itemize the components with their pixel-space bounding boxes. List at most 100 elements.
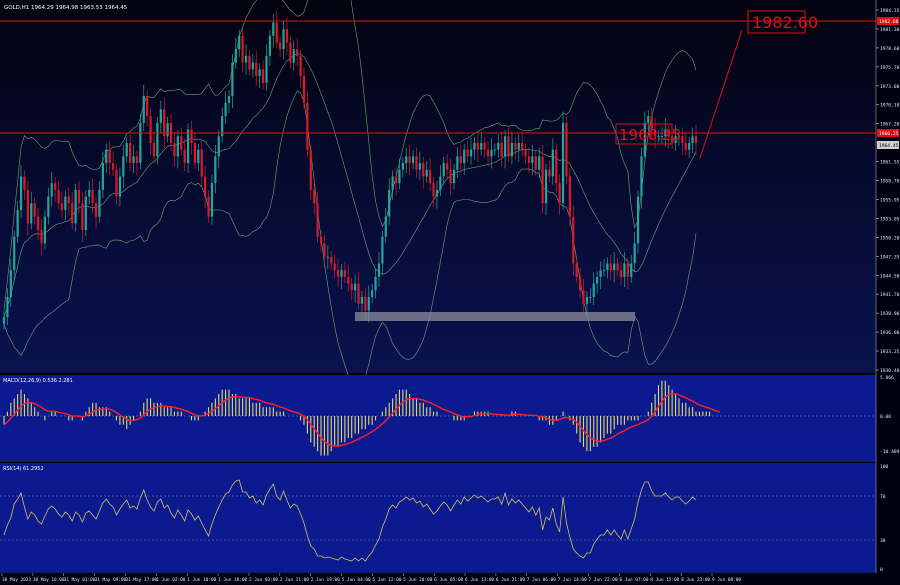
candle-body	[279, 42, 282, 50]
candle-body	[265, 55, 268, 83]
support-zone[interactable]	[355, 312, 635, 321]
candle-body	[105, 149, 108, 164]
candle-body	[449, 169, 452, 184]
candle-body	[394, 176, 398, 184]
rsi-panel[interactable]	[0, 463, 876, 573]
candle-body	[77, 189, 81, 204]
time-label: 2 Jun 19:00	[311, 577, 340, 583]
candle-body	[152, 142, 156, 157]
candle-body	[446, 163, 449, 170]
price-tick: 1936.00	[880, 330, 900, 336]
candle-body	[367, 297, 370, 311]
price-tick: 1955.95	[880, 197, 900, 203]
candle-body	[360, 297, 364, 304]
candle-body	[186, 129, 190, 164]
candle-body	[575, 263, 578, 277]
candle-body	[357, 283, 360, 304]
price-tick: 1981.30	[880, 27, 900, 33]
candle-body	[466, 149, 469, 157]
candle-body	[217, 136, 220, 157]
candle-body	[507, 136, 510, 157]
time-label: 7 Jun 06:00	[527, 577, 556, 583]
candle-body	[548, 169, 551, 177]
candle-body	[473, 142, 476, 150]
candle-body	[401, 163, 404, 170]
candle-body	[391, 176, 394, 190]
candle-body	[381, 236, 384, 264]
candle-body	[578, 276, 582, 291]
candle-body	[190, 129, 193, 143]
target-price-text: 1982.60	[752, 13, 818, 32]
candle-body	[60, 203, 64, 210]
time-label: 2 Jun 11:00	[280, 577, 309, 583]
candle-body	[541, 156, 544, 204]
candle-body	[377, 263, 381, 277]
candle-body	[47, 196, 50, 217]
candle-body	[435, 189, 439, 197]
candle-body	[64, 196, 67, 210]
chart-canvas[interactable]: 1982.60 1966.25 GOLD,H1 1964.29 1964.98 …	[0, 0, 900, 585]
candle-body	[319, 236, 323, 244]
price-tick: 1970.10	[880, 103, 900, 109]
candle-body	[316, 203, 319, 237]
time-label: 5 Jun 04:00	[342, 577, 371, 583]
candle-body	[585, 297, 589, 304]
price-tick: 1950.20	[880, 235, 900, 241]
candle-body	[210, 183, 214, 217]
candle-body	[476, 142, 479, 150]
candle-body	[108, 149, 111, 164]
candle-body	[129, 142, 132, 164]
macd-panel[interactable]	[0, 375, 876, 462]
candle-body	[684, 142, 687, 150]
candle-body	[596, 276, 599, 284]
candle-body	[469, 149, 473, 157]
price-tag-text: 1982.60	[879, 19, 899, 25]
candle-body	[234, 49, 237, 63]
candle-body	[241, 35, 244, 63]
macd-tick: -10.489	[880, 449, 900, 455]
candle-body	[289, 42, 292, 63]
current-price-label: 1966.25	[615, 123, 681, 145]
candle-body	[636, 196, 640, 244]
candle-body	[255, 62, 258, 76]
macd-tick: 5.066	[880, 375, 894, 381]
candle-body	[486, 149, 490, 157]
candle-body	[521, 142, 524, 150]
time-label: 31 May 17:00	[125, 577, 157, 583]
candle-body	[54, 183, 57, 190]
macd-tick: 0.00	[880, 414, 891, 420]
candle-body	[422, 163, 425, 177]
candle-body	[302, 75, 306, 103]
candle-body	[166, 122, 169, 137]
rsi-tick: 30	[880, 538, 886, 544]
candle-body	[23, 176, 26, 190]
candle-body	[2, 317, 6, 324]
time-label: 30 May 16:00	[33, 577, 65, 583]
time-label: 6 Jun 05:00	[434, 577, 463, 583]
price-tick: 1967.20	[880, 122, 900, 128]
candle-body	[142, 96, 145, 123]
time-label: 8 Jun 07:00	[619, 577, 648, 583]
candle-body	[33, 203, 36, 217]
candle-body	[238, 35, 241, 50]
candle-body	[429, 169, 432, 184]
candle-body	[40, 230, 43, 244]
current-price-text: 1966.25	[619, 126, 681, 144]
candle-body	[592, 283, 595, 298]
candle-body	[493, 149, 496, 151]
candle-body	[456, 156, 459, 170]
candle-body	[613, 263, 616, 271]
candle-body	[415, 156, 418, 170]
candle-body	[572, 216, 575, 264]
candle-body	[207, 196, 210, 217]
time-label: 6 Jun 21:00	[496, 577, 525, 583]
candle-body	[67, 196, 70, 204]
candle-body	[343, 270, 346, 277]
candle-body	[57, 189, 60, 204]
candle-body	[504, 136, 507, 157]
candle-body	[282, 29, 285, 50]
candle-body	[200, 149, 203, 177]
candle-body	[244, 55, 248, 63]
time-label: 31 May 09:00	[95, 577, 127, 583]
time-label: 9 Jun 08:00	[712, 577, 741, 583]
